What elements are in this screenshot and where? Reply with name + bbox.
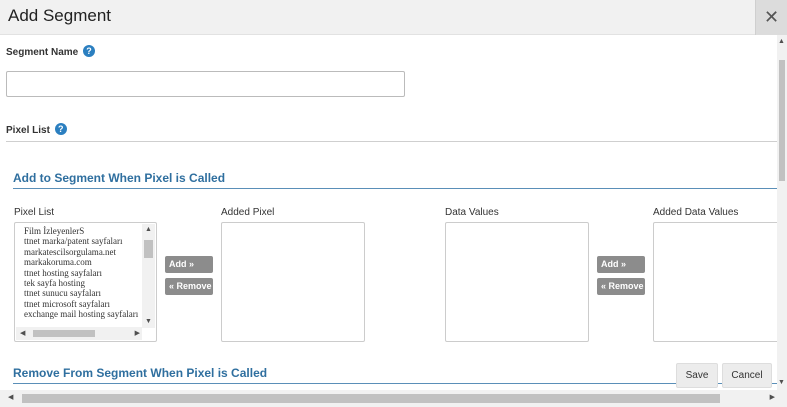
pixel-list-label: Pixel List ? <box>6 123 67 136</box>
list-item[interactable]: Film İzleyenlerS <box>24 226 140 236</box>
data-values-column-label: Data Values <box>445 207 499 218</box>
added-pixel-box[interactable] <box>221 222 365 342</box>
save-button[interactable]: Save <box>676 363 718 388</box>
page-vertical-scrollbar[interactable]: ▲ ▼ <box>777 35 787 390</box>
arrow-right-icon[interactable]: ▶ <box>135 330 140 338</box>
help-icon[interactable]: ? <box>83 45 96 57</box>
segment-name-label: Segment Name ? <box>6 45 96 58</box>
pixel-list-column-label: Pixel List <box>14 207 55 218</box>
add-section-underline <box>13 188 780 189</box>
dialog-title: Add Segment <box>8 6 112 25</box>
close-icon: ✕ <box>763 7 780 27</box>
listbox-horizontal-scrollbar[interactable]: ◀ ▶ <box>16 327 142 340</box>
list-item[interactable]: ttnet hosting sayfaları <box>24 268 140 278</box>
listbox-vertical-scroll-thumb[interactable] <box>144 240 153 258</box>
add-section-heading: Add to Segment When Pixel is Called <box>13 171 226 185</box>
added-data-values-column-label: Added Data Values <box>653 207 739 218</box>
list-item[interactable]: ttnet sunucu sayfaları <box>24 288 140 298</box>
cancel-button[interactable]: Cancel <box>722 363 772 388</box>
help-icon[interactable]: ? <box>54 123 67 135</box>
arrow-down-icon[interactable]: ▼ <box>778 379 785 387</box>
pixel-listbox[interactable]: Film İzleyenlerS ttnet marka/patent sayf… <box>14 222 157 342</box>
list-item[interactable]: markakoruma.com <box>24 257 140 267</box>
listbox-vertical-scrollbar[interactable]: ▲ ▼ <box>142 224 155 328</box>
page-horizontal-scrollbar[interactable]: ◀ ▶ <box>0 390 787 407</box>
arrow-up-icon[interactable]: ▲ <box>145 226 152 234</box>
divider <box>6 141 780 142</box>
list-item[interactable]: markatescilsorgulama.net <box>24 247 140 257</box>
dialog-titlebar: Add Segment ✕ <box>0 0 787 35</box>
page-horizontal-scroll-thumb[interactable] <box>22 394 720 403</box>
add-segment-dialog: Add Segment ✕ Segment Name ? Pixel List … <box>0 0 787 407</box>
close-button[interactable]: ✕ <box>755 0 787 35</box>
page-vertical-scroll-thumb[interactable] <box>779 60 785 181</box>
added-pixel-column-label: Added Pixel <box>221 207 275 218</box>
pixel-list-label-text: Pixel List <box>6 125 50 136</box>
arrow-left-icon[interactable]: ◀ <box>20 330 25 338</box>
remove-section-underline <box>13 383 780 384</box>
list-item[interactable]: tek sayfa hosting <box>24 278 140 288</box>
arrow-down-icon[interactable]: ▼ <box>145 318 152 326</box>
list-item[interactable]: ttnet marka/patent sayfaları <box>24 236 140 246</box>
list-item[interactable]: exchange mail hosting sayfaları <box>24 309 140 319</box>
segment-name-input[interactable] <box>6 71 405 97</box>
remove-section-heading: Remove From Segment When Pixel is Called <box>13 366 268 380</box>
arrow-right-icon[interactable]: ▶ <box>770 394 775 402</box>
remove-data-value-button[interactable]: « Remove <box>597 278 645 295</box>
list-item[interactable]: ttnet microsoft sayfaları <box>24 299 140 309</box>
add-data-value-button[interactable]: Add » <box>597 256 645 273</box>
arrow-up-icon[interactable]: ▲ <box>778 38 785 46</box>
listbox-horizontal-scroll-thumb[interactable] <box>33 330 95 337</box>
added-data-values-box[interactable] <box>653 222 780 342</box>
arrow-left-icon[interactable]: ◀ <box>8 394 13 402</box>
pixel-list-items: Film İzleyenlerS ttnet marka/patent sayf… <box>24 226 140 330</box>
data-values-box[interactable] <box>445 222 589 342</box>
add-pixel-button[interactable]: Add » <box>165 256 213 273</box>
remove-pixel-button[interactable]: « Remove <box>165 278 213 295</box>
segment-name-label-text: Segment Name <box>6 47 79 58</box>
